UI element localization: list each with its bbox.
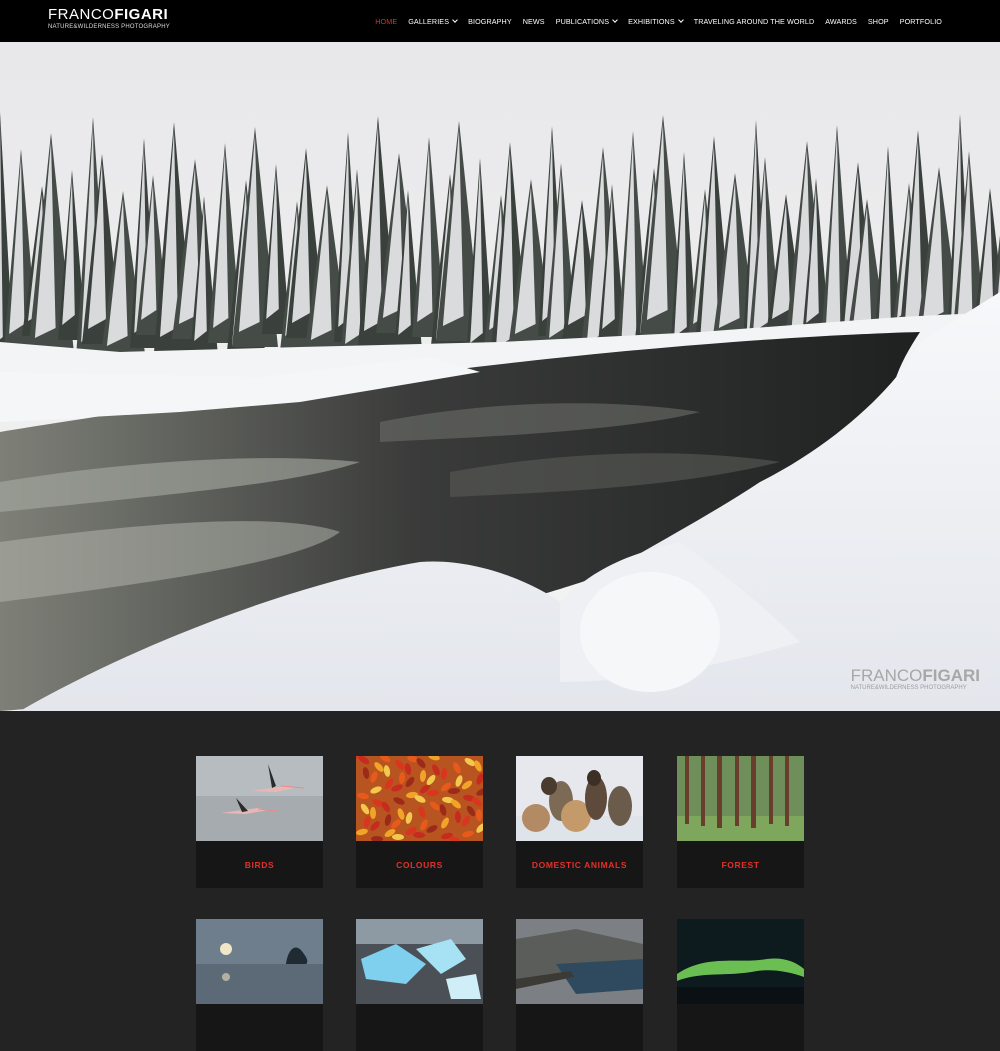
gallery-card-forest[interactable]: FOREST [677,756,804,888]
nav-item-label: TRAVELING AROUND THE WORLD [693,16,815,26]
flamingos-image [196,756,323,841]
aurora-image [677,919,804,1004]
birds-thumbnail[interactable] [196,756,323,841]
gallery-6-thumbnail[interactable] [356,919,483,1004]
watermark-tagline: NATURE&WILDERNESS PHOTOGRAPHY [850,685,967,691]
hero-image: FRANCOFIGARI NATURE&WILDERNESS PHOTOGRAP… [0,42,1000,711]
logo-last-name: FIGARI [114,6,169,23]
nav-item-label: PUBLICATIONS [555,16,610,26]
gallery-card-colours[interactable]: COLOURS [356,756,483,888]
autumn-leaves-image [356,756,483,841]
logo-tagline: NATURE&WILDERNESS PHOTOGRAPHY [48,24,170,30]
gallery-card-birds[interactable]: BIRDS [196,756,323,888]
colours-thumbnail[interactable] [356,756,483,841]
nav-item-label: EXHIBITIONS [628,16,675,26]
logo-first-name: FRANCO [48,6,115,23]
gallery-label[interactable] [677,1004,804,1051]
hero-watermark: FRANCOFIGARI NATURE&WILDERNESS PHOTOGRAP… [850,667,980,692]
nav-item-traveling-around-the-world[interactable]: TRAVELING AROUND THE WORLD [694,17,815,26]
gallery-label[interactable] [356,1004,483,1051]
logo-wordmark: FRANCOFIGARI [48,7,170,23]
nav-item-label: BIOGRAPHY [468,16,512,26]
gallery-card-5[interactable] [196,919,323,1051]
nav-item-label: AWARDS [825,16,857,26]
nav-item-shop[interactable]: SHOP [868,17,889,26]
gallery-label[interactable] [196,1004,323,1051]
gallery-card-8[interactable] [677,919,804,1051]
nav-item-awards[interactable]: AWARDS [825,17,857,26]
gallery-8-thumbnail[interactable] [677,919,804,1004]
nav-item-exhibitions[interactable]: EXHIBITIONS [628,16,684,26]
domestic-animals-thumbnail[interactable] [516,756,643,841]
misty-lake-image [196,919,323,1004]
watermark-first-name: FRANCO [850,666,923,685]
nav-item-publications[interactable]: PUBLICATIONS [555,16,618,26]
watermark-wordmark: FRANCOFIGARI [851,667,980,685]
forest-thumbnail[interactable] [677,756,804,841]
nav-item-label: SHOP [867,16,889,26]
nav-item-label: HOME [375,16,398,26]
fjord-cliff-image [516,919,643,1004]
gallery-label[interactable]: FOREST [677,841,804,888]
chevron-down-icon [612,16,618,23]
nav-item-galleries[interactable]: GALLERIES [408,16,458,26]
nav-item-label: PORTFOLIO [899,16,942,26]
gallery-5-thumbnail[interactable] [196,919,323,1004]
nav-item-home[interactable]: HOME [375,17,397,26]
crooked-forest-image [677,756,804,841]
gallery-7-thumbnail[interactable] [516,919,643,1004]
gallery-card-6[interactable] [356,919,483,1051]
nav-item-portfolio[interactable]: PORTFOLIO [900,17,942,26]
gallery-label[interactable]: DOMESTIC ANIMALS [516,841,643,888]
chevron-down-icon [452,16,458,23]
main-navigation: HOME GALLERIES BIOGRAPHY NEWS PUBLICATIONS EX… [375,0,942,42]
watermark-last-name: FIGARI [922,666,980,685]
nav-item-label: NEWS [522,16,545,26]
nav-item-news[interactable]: NEWS [523,17,545,26]
chevron-down-icon [677,16,684,23]
sled-dogs-image [516,756,643,841]
hero-winter-river-photo [0,42,1000,711]
nav-item-label: GALLERIES [408,16,450,26]
site-header: FRANCOFIGARI NATURE&WILDERNESS PHOTOGRAP… [0,0,1000,42]
gallery-card-7[interactable] [516,919,643,1051]
nav-item-biography[interactable]: BIOGRAPHY [468,17,512,26]
glacier-ice-image [356,919,483,1004]
gallery-label[interactable]: COLOURS [356,841,483,888]
gallery-label[interactable]: BIRDS [196,841,323,888]
site-logo[interactable]: FRANCOFIGARI NATURE&WILDERNESS PHOTOGRAP… [48,7,170,31]
gallery-label[interactable] [516,1004,643,1051]
gallery-card-domestic-animals[interactable]: DOMESTIC ANIMALS [516,756,643,888]
